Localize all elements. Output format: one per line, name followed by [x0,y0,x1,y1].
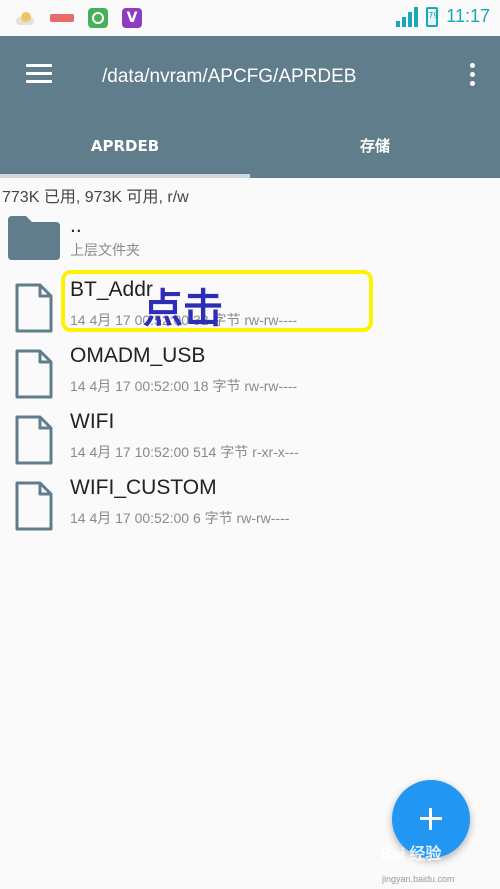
file-meta: 14 4月 17 00:52:00 18 字节 rw-rw---- [70,378,298,394]
notification-icons: V [16,8,142,28]
watermark: Bai 经验 [380,846,442,863]
add-icon-stem [429,808,432,830]
app-toolbar: /data/nvram/APCFG/APRDEB APRDEB 存储 [0,36,500,178]
file-name: OMADM_USB [70,344,206,367]
list-item-file[interactable]: WIFI 14 4月 17 10:52:00 514 字节 r-xr-x--- [0,408,500,474]
tab-label: 存储 [359,137,390,155]
weather-icon [16,11,36,25]
file-icon [15,481,53,531]
file-meta: 14 4月 17 00:52:00 6 字节 rw-rw---- [70,510,290,526]
tab-storage[interactable]: 存储 [250,128,500,178]
active-tab-indicator [0,174,250,178]
storage-info: 773K 已用, 973K 可用, r/w [2,189,189,206]
folder-icon [8,216,60,260]
app-v-icon: V [122,8,142,28]
tab-bar: APRDEB 存储 [0,128,500,178]
status-time: 11:17 [446,6,490,26]
path-title: /data/nvram/APCFG/APRDEB [102,66,357,87]
click-annotation: 点击 [143,286,223,332]
more-vertical-icon[interactable] [468,63,478,87]
tab-aprdeb[interactable]: APRDEB [0,128,250,178]
file-name: WIFI_CUSTOM [70,476,217,499]
battery-icon: 79 [426,6,439,27]
file-name: WIFI [70,410,115,433]
tab-label: APRDEB [90,137,160,155]
hamburger-menu-icon[interactable] [26,64,52,84]
folder-subtitle: 上层文件夹 [70,242,140,258]
file-meta: 14 4月 17 10:52:00 514 字节 r-xr-x--- [70,444,299,460]
status-bar: V 79 11:17 [0,0,500,36]
signal-icon [396,6,419,27]
battery-level: 79 [428,10,439,20]
system-icons: 79 11:17 [396,6,490,27]
watermark-url: jingyan.baidu.com [382,874,455,884]
file-icon [15,415,53,465]
file-icon [15,349,53,399]
list-item-file[interactable]: OMADM_USB 14 4月 17 00:52:00 18 字节 rw-rw-… [0,342,500,408]
folder-name: .. [70,214,82,237]
file-icon [15,283,53,333]
app-green-icon [88,8,108,28]
list-item-file[interactable]: WIFI_CUSTOM 14 4月 17 00:52:00 6 字节 rw-rw… [0,474,500,540]
notification-red-icon [50,14,74,22]
